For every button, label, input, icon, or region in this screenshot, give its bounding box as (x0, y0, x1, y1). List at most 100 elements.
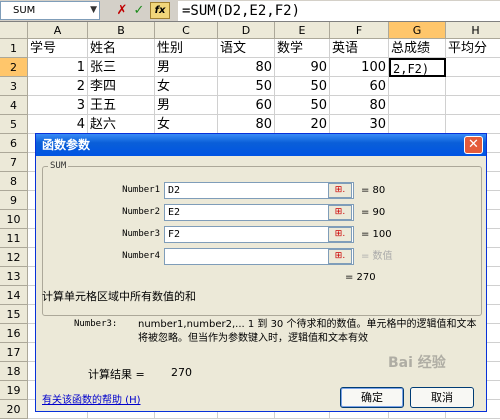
cell-e5[interactable]: 20 (275, 115, 330, 134)
column-header-e[interactable]: E (275, 22, 330, 39)
cell-e1[interactable]: 数学 (275, 39, 330, 58)
formula-bar: SUM ▼ ✗ ✓ fx =SUM(D2,E2,F2) (0, 0, 500, 22)
cell-c1[interactable]: 性别 (155, 39, 218, 58)
arg-result-number1: = 80 (361, 185, 386, 196)
cell-c3[interactable]: 女 (155, 77, 218, 96)
number3-input[interactable]: F2 (164, 226, 354, 243)
name-box[interactable]: SUM ▼ (0, 1, 100, 20)
arg-description: number1,number2,... 1 到 30 个待求和的数值。单元格中的… (138, 319, 477, 344)
cell-a2[interactable]: 1 (28, 58, 88, 77)
cell-h4[interactable] (446, 96, 500, 115)
cell-d2[interactable]: 80 (218, 58, 275, 77)
cell-d5[interactable]: 80 (218, 115, 275, 134)
column-header-f[interactable]: F (330, 22, 389, 39)
row-header-7[interactable]: 7 (0, 153, 28, 172)
row-header-10[interactable]: 10 (0, 210, 28, 229)
arg-result-number4: = 数值 (361, 251, 393, 262)
name-box-value: SUM (13, 5, 36, 16)
function-help-link[interactable]: 有关该函数的帮助 (H) (42, 391, 141, 406)
cell-g5[interactable] (389, 115, 446, 134)
ok-button[interactable]: 确定 (340, 387, 404, 408)
collapse-dialog-icon[interactable]: ⊞. (328, 183, 352, 198)
number2-input[interactable]: E2 (164, 204, 354, 221)
cell-h1[interactable]: 平均分 (446, 39, 500, 58)
cell-b1[interactable]: 姓名 (88, 39, 155, 58)
cell-h5[interactable] (446, 115, 500, 134)
row-header-3[interactable]: 3 (0, 77, 28, 96)
cell-c4[interactable]: 男 (155, 96, 218, 115)
chevron-down-icon[interactable]: ▼ (90, 2, 97, 19)
cell-b3[interactable]: 李四 (88, 77, 155, 96)
row-header-6[interactable]: 6 (0, 134, 28, 153)
cell-g1[interactable]: 总成绩 (389, 39, 446, 58)
cell-a4[interactable]: 3 (28, 96, 88, 115)
cell-e3[interactable]: 50 (275, 77, 330, 96)
cell-a1[interactable]: 学号 (28, 39, 88, 58)
column-header-a[interactable]: A (28, 22, 88, 39)
column-header-h[interactable]: H (446, 22, 500, 39)
cell-f3[interactable]: 60 (330, 77, 389, 96)
collapse-dialog-icon[interactable]: ⊞. (328, 227, 352, 242)
column-header-c[interactable]: C (155, 22, 218, 39)
row-header-8[interactable]: 8 (0, 172, 28, 191)
cell-g4[interactable] (389, 96, 446, 115)
cell-d4[interactable]: 60 (218, 96, 275, 115)
cell-f5[interactable]: 30 (330, 115, 389, 134)
select-all-corner[interactable] (0, 22, 28, 39)
cell-e4[interactable]: 50 (275, 96, 330, 115)
arg-label-number4: Number4 (122, 251, 160, 261)
row-header-14[interactable]: 14 (0, 286, 28, 305)
cell-c2[interactable]: 男 (155, 58, 218, 77)
cell-e2[interactable]: 90 (275, 58, 330, 77)
arg-label-number3: Number3 (122, 229, 160, 239)
row-header-11[interactable]: 11 (0, 229, 28, 248)
row-header-17[interactable]: 17 (0, 343, 28, 362)
cell-f2[interactable]: 100 (330, 58, 389, 77)
row-header-19[interactable]: 19 (0, 381, 28, 400)
cell-h3[interactable] (446, 77, 500, 96)
row-header-18[interactable]: 18 (0, 362, 28, 381)
number1-input[interactable]: D2 (164, 182, 354, 199)
row-header-4[interactable]: 4 (0, 96, 28, 115)
row-header-13[interactable]: 13 (0, 267, 28, 286)
column-header-d[interactable]: D (218, 22, 275, 39)
number4-input[interactable] (164, 248, 354, 265)
row-header-5[interactable]: 5 (0, 115, 28, 134)
row-header-1[interactable]: 1 (0, 39, 28, 58)
function-description: 计算单元格区域中所有数值的和 (42, 290, 196, 303)
calc-result-value: 270 (171, 366, 192, 379)
cell-b4[interactable]: 王五 (88, 96, 155, 115)
row-header-2[interactable]: 2 (0, 58, 28, 77)
cell-d1[interactable]: 语文 (218, 39, 275, 58)
formula-input[interactable]: =SUM(D2,E2,F2) (178, 1, 500, 21)
cancel-button[interactable]: 取消 (410, 387, 474, 408)
active-cell-g2[interactable]: 2,F2) (389, 58, 446, 77)
function-name-label: SUM (48, 161, 69, 171)
cell-c5[interactable]: 女 (155, 115, 218, 134)
collapse-dialog-icon[interactable]: ⊞. (328, 205, 352, 220)
cell-d3[interactable]: 50 (218, 77, 275, 96)
cell-f1[interactable]: 英语 (330, 39, 389, 58)
insert-function-button[interactable]: fx (150, 2, 170, 19)
column-header-b[interactable]: B (88, 22, 155, 39)
cancel-formula-icon[interactable]: ✗ (114, 2, 130, 19)
cell-a3[interactable]: 2 (28, 77, 88, 96)
close-button[interactable]: ✕ (464, 136, 483, 154)
row-header-15[interactable]: 15 (0, 305, 28, 324)
collapse-dialog-icon[interactable]: ⊞. (328, 249, 352, 264)
enter-formula-icon[interactable]: ✓ (131, 2, 147, 19)
row-header-20[interactable]: 20 (0, 400, 28, 419)
row-header-12[interactable]: 12 (0, 248, 28, 267)
row-header-9[interactable]: 9 (0, 191, 28, 210)
cell-g3[interactable] (389, 77, 446, 96)
cell-b2[interactable]: 张三 (88, 58, 155, 77)
cell-f4[interactable]: 80 (330, 96, 389, 115)
cell-a5[interactable]: 4 (28, 115, 88, 134)
row-header-16[interactable]: 16 (0, 324, 28, 343)
arg-label-number2: Number2 (122, 207, 160, 217)
cell-h2[interactable] (446, 58, 500, 77)
cell-b5[interactable]: 赵六 (88, 115, 155, 134)
arg-desc-name: Number3: (74, 319, 118, 329)
column-header-g[interactable]: G (389, 22, 446, 39)
watermark-logo: Bai 经验 (388, 355, 446, 371)
